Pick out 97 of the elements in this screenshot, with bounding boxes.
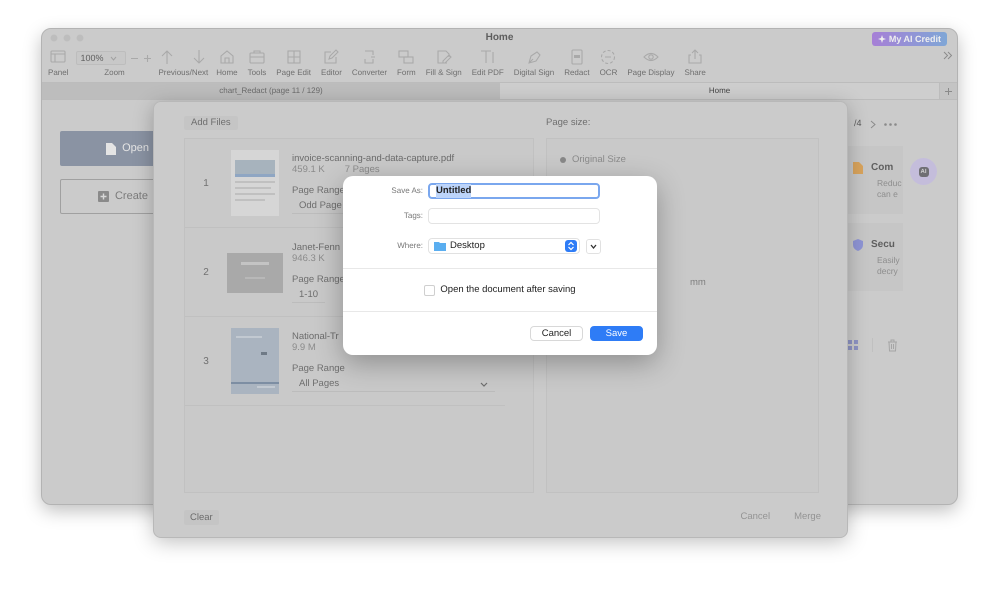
page-range-select[interactable]: 1-10 bbox=[292, 288, 326, 303]
file-name: National-Tr bbox=[292, 331, 339, 342]
ai-credit-button[interactable]: My AI Credit bbox=[872, 32, 947, 46]
page-range-select[interactable]: All Pages bbox=[292, 377, 495, 392]
save-button[interactable]: Save bbox=[590, 326, 643, 341]
home-action-button[interactable]: Create bbox=[60, 179, 155, 214]
file-name: invoice-scanning-and-data-capture.pdf bbox=[292, 153, 454, 164]
document-icon bbox=[568, 49, 585, 65]
document-icon bbox=[106, 142, 116, 154]
row-number: 3 bbox=[202, 354, 210, 368]
pen-nib-icon bbox=[526, 49, 542, 65]
pen-document-icon bbox=[436, 49, 452, 65]
more-button[interactable] bbox=[884, 122, 897, 126]
toolbar-button[interactable]: Tools bbox=[246, 49, 268, 78]
file-size: 946.3 K bbox=[292, 253, 325, 264]
location-select[interactable]: Desktop bbox=[428, 238, 580, 254]
card-text: decry bbox=[877, 266, 899, 277]
home-action-button[interactable]: Open bbox=[60, 131, 155, 166]
toolbar-button[interactable]: Fill & Sign bbox=[424, 49, 464, 78]
file-size: 9.9 M bbox=[292, 342, 316, 353]
folder-icon bbox=[434, 241, 446, 251]
grid-icon bbox=[848, 340, 858, 350]
document-tab[interactable]: chart_Redact (page 11 / 129) bbox=[42, 83, 500, 99]
chevrons-right-icon bbox=[943, 51, 953, 60]
toolbar-button[interactable]: Digital Sign bbox=[512, 49, 556, 78]
chevron-down-icon bbox=[590, 244, 597, 248]
feature-card[interactable]: Com Reduc can e bbox=[846, 146, 903, 214]
row-number: 1 bbox=[202, 176, 210, 190]
input-field[interactable] bbox=[428, 208, 600, 224]
chevron-down-icon bbox=[480, 382, 488, 386]
stepper-icon bbox=[565, 240, 577, 252]
add-files-button[interactable]: Add Files bbox=[184, 116, 238, 130]
share-icon bbox=[687, 49, 704, 65]
card-text: Easily bbox=[877, 255, 901, 266]
field-label: Save As: bbox=[390, 185, 424, 197]
text-cursor-icon bbox=[480, 49, 496, 65]
card-text: can e bbox=[877, 189, 899, 200]
page-range-label: Page Range bbox=[292, 363, 345, 374]
arrow-up-icon bbox=[161, 49, 174, 65]
next-page-button[interactable] bbox=[870, 120, 876, 128]
ellipsis-icon bbox=[884, 122, 897, 126]
unit-label: mm bbox=[690, 276, 706, 290]
card-title: Secu bbox=[871, 239, 895, 251]
card-title: Com bbox=[871, 162, 894, 174]
panel-icon bbox=[50, 49, 66, 65]
page-counter: /4 bbox=[854, 117, 862, 130]
pencil-square-icon bbox=[323, 49, 340, 65]
toolbar-button[interactable]: OCR bbox=[598, 49, 620, 78]
grid-view-button[interactable] bbox=[848, 340, 858, 350]
next-button[interactable] bbox=[191, 49, 208, 65]
feature-card[interactable]: Secu Easily decry bbox=[846, 223, 903, 291]
trash-icon bbox=[887, 338, 898, 352]
toolbar-label: Zoom bbox=[104, 68, 125, 78]
caret-icon bbox=[110, 56, 116, 60]
row-number: 2 bbox=[202, 266, 210, 280]
toolbar-button[interactable]: Editor bbox=[319, 49, 344, 78]
toolbar-button[interactable]: Panel bbox=[46, 49, 70, 78]
plus-icon bbox=[944, 86, 954, 96]
chevron-right-icon bbox=[870, 120, 876, 128]
expand-button[interactable] bbox=[586, 238, 601, 254]
sparkle-icon bbox=[878, 35, 886, 43]
field-label: Where: bbox=[396, 240, 424, 252]
toolbar-button[interactable]: Edit PDF bbox=[470, 49, 506, 78]
file-size: 459.1 K bbox=[292, 164, 325, 175]
toolbar-button[interactable]: Redact bbox=[562, 49, 592, 78]
field-label: Tags: bbox=[402, 210, 424, 222]
page-count: 7 Pages bbox=[344, 164, 380, 175]
grid-icon bbox=[286, 49, 302, 65]
document-tab[interactable]: Home bbox=[500, 83, 940, 99]
toolbar-button[interactable]: Page Display bbox=[625, 49, 676, 78]
toolbar-label: Previous/Next bbox=[158, 68, 208, 78]
clear-button[interactable]: Clear bbox=[184, 510, 219, 525]
zoom-select[interactable]: 100% bbox=[76, 51, 126, 65]
arrow-down-icon bbox=[193, 49, 206, 65]
cancel-button[interactable]: Cancel bbox=[530, 326, 583, 341]
page-size-label: Page size: bbox=[546, 116, 592, 130]
page-range-label: Page Range bbox=[292, 185, 345, 196]
page-range-label: Page Range bbox=[292, 274, 345, 285]
delete-button[interactable] bbox=[887, 338, 898, 352]
toolbar-button[interactable]: Share bbox=[682, 49, 708, 78]
plus-square-icon bbox=[98, 191, 109, 202]
checkbox-label: Open the document after saving bbox=[440, 282, 576, 297]
checkbox[interactable] bbox=[424, 284, 436, 296]
plus-icon bbox=[143, 54, 152, 62]
file-name: Janet-Fenn bbox=[292, 242, 340, 253]
card-text: Reduc bbox=[877, 178, 903, 189]
radio-option[interactable]: Original Size bbox=[559, 153, 806, 168]
toolbar-button[interactable]: Home bbox=[214, 49, 240, 78]
scan-icon bbox=[600, 49, 616, 65]
form-icon bbox=[398, 49, 414, 65]
toolbar-button[interactable]: Converter bbox=[350, 49, 390, 78]
window-title: Home bbox=[486, 31, 514, 45]
toolbar-button[interactable]: Form bbox=[395, 49, 418, 78]
briefcase-icon bbox=[248, 49, 265, 65]
toolbar-button[interactable]: Page Edit bbox=[274, 49, 313, 78]
input-field[interactable]: Untitled bbox=[428, 183, 600, 199]
house-icon bbox=[218, 49, 235, 65]
